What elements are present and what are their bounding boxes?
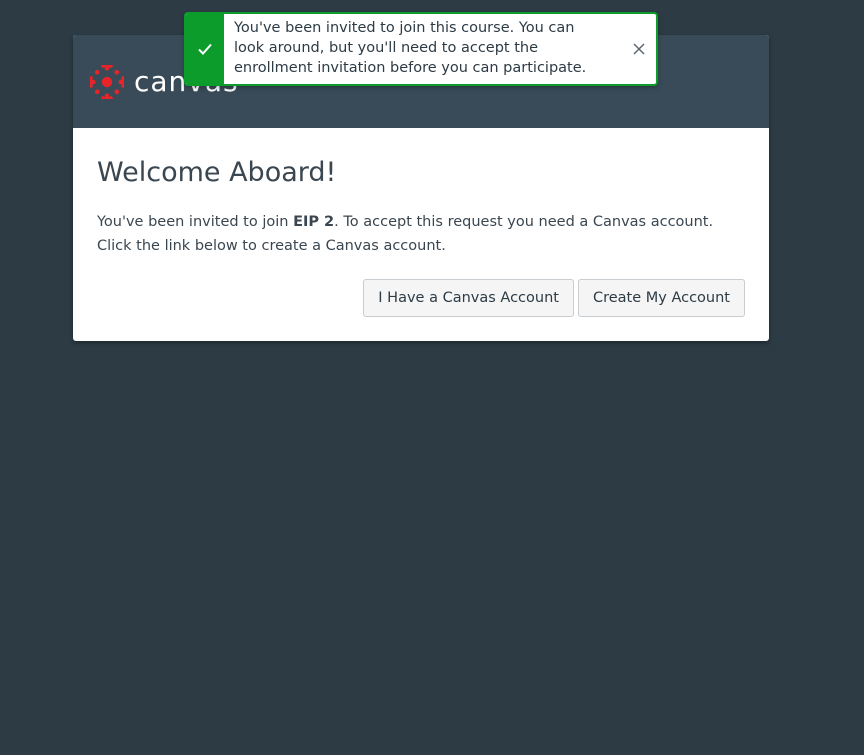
notification-text: You've been invited to join this course.… bbox=[234, 20, 587, 76]
enrollment-notification: You've been invited to join this course.… bbox=[184, 12, 658, 86]
notification-icon-area bbox=[186, 14, 224, 84]
close-icon bbox=[633, 43, 645, 55]
message-prefix: You've been invited to join bbox=[97, 214, 294, 230]
canvas-logo-icon bbox=[90, 65, 124, 99]
have-account-button[interactable]: I Have a Canvas Account bbox=[363, 279, 574, 317]
card-body: Welcome Aboard! You've been invited to j… bbox=[73, 128, 769, 258]
close-notification-button[interactable] bbox=[630, 40, 648, 58]
page: canvas Welcome Aboard! You've been invit… bbox=[0, 0, 864, 755]
page-title: Welcome Aboard! bbox=[97, 157, 337, 188]
create-account-button[interactable]: Create My Account bbox=[577, 279, 745, 317]
course-name: EIP 2 bbox=[293, 214, 335, 230]
checkmark-icon bbox=[198, 43, 212, 55]
invitation-message: You've been invited to join EIP 2. To ac… bbox=[97, 210, 737, 258]
card-actions: I Have a Canvas Account Create My Accoun… bbox=[363, 279, 745, 317]
